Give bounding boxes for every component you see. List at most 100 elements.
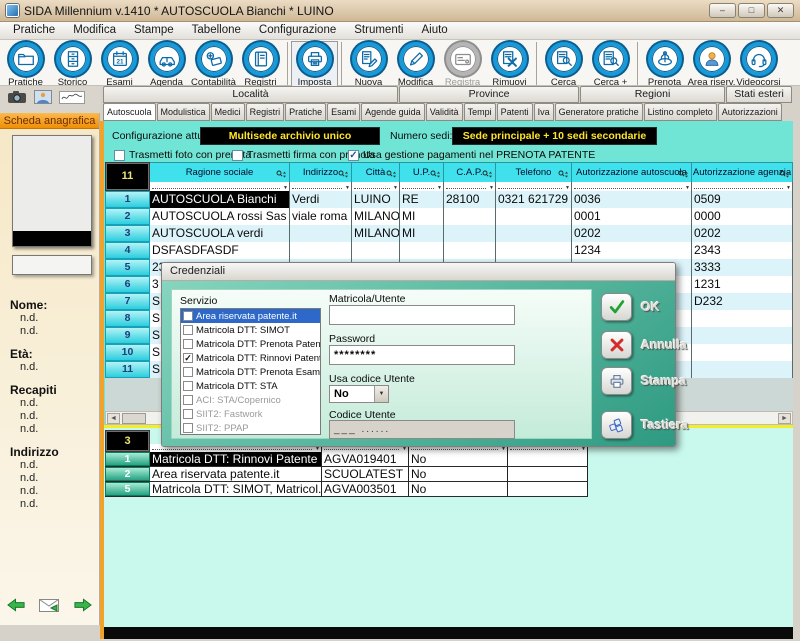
table-row[interactable]: 1AUTOSCUOLA BianchiVerdiLUINORE281000321… — [105, 191, 793, 208]
cell[interactable]: Matricola DTT: SIMOT, Matricol... — [150, 482, 322, 496]
cell[interactable]: AUTOSCUOLA Bianchi — [150, 191, 290, 208]
send-mail-icon[interactable] — [39, 599, 59, 617]
toolbar-doc-search-button[interactable]: Cerca — [540, 41, 587, 88]
cell[interactable]: DSFASDFASDF — [150, 242, 290, 259]
cell[interactable]: viale roma — [290, 208, 352, 225]
cell[interactable] — [496, 208, 572, 225]
service-item[interactable]: Area riservata patente.it — [181, 309, 320, 323]
table-row[interactable]: 5Matricola DTT: SIMOT, Matricol...AGVA00… — [105, 482, 588, 497]
cell[interactable]: No — [409, 452, 508, 466]
search-sort-icon[interactable] — [482, 168, 493, 182]
row-number[interactable]: 1 — [105, 452, 150, 466]
cell[interactable]: 0036 — [572, 191, 692, 208]
checkbox-icon[interactable] — [183, 367, 193, 377]
toolbar-calendar-button[interactable]: 21Esami — [96, 41, 143, 88]
tab-iva[interactable]: Iva — [534, 103, 554, 121]
row-number[interactable]: 7 — [105, 293, 150, 310]
cell[interactable] — [508, 467, 588, 481]
toolbar-pen-button[interactable]: Modifica — [392, 41, 439, 88]
filter-dropdown-icon[interactable]: ▼ — [345, 186, 350, 191]
column-header-autorizzazione-autoscuola[interactable]: Autorizzazione autoscuola — [572, 162, 692, 182]
cell[interactable]: AUTOSCUOLA verdi — [150, 225, 290, 242]
service-item[interactable]: Matricola DTT: Prenota Esami — [181, 365, 320, 379]
row-number[interactable]: 2 — [105, 208, 150, 225]
cell[interactable]: 28100 — [444, 191, 496, 208]
cell[interactable]: 0509 — [692, 191, 793, 208]
row-number[interactable]: 10 — [105, 344, 150, 361]
group-tab-regioni[interactable]: Regioni — [580, 86, 725, 103]
cell[interactable] — [692, 344, 793, 361]
toolbar-doc-new-button[interactable]: Nuova — [345, 41, 392, 88]
tab-tempi[interactable]: Tempi — [464, 103, 496, 121]
signature-icon[interactable] — [59, 91, 85, 109]
filter-cell[interactable]: ▼ — [496, 182, 572, 191]
filter-dropdown-icon[interactable]: ▼ — [437, 186, 442, 191]
filter-dropdown-icon[interactable]: ▼ — [283, 186, 288, 191]
cell[interactable]: 0321 621729 — [496, 191, 572, 208]
cell[interactable]: RE — [400, 191, 444, 208]
group-tab-province[interactable]: Province — [399, 86, 579, 103]
checkbox-usa-gestione-pagamenti-nel-prenota-patente[interactable]: ✓Usa gestione pagamenti nel PRENOTA PATE… — [348, 149, 595, 161]
group-tab-località[interactable]: Località — [103, 86, 398, 103]
filter-cell[interactable]: ▼ — [444, 182, 496, 191]
menu-item-stampe[interactable]: Stampe — [125, 22, 183, 39]
ok-button[interactable]: OK — [601, 293, 660, 321]
filter-cell[interactable]: ▼ — [400, 182, 444, 191]
search-sort-icon[interactable] — [338, 168, 349, 182]
cell[interactable]: Matricola DTT: Rinnovi Patente — [150, 452, 322, 466]
filter-dropdown-icon[interactable]: ▼ — [565, 186, 570, 191]
cell[interactable] — [352, 242, 400, 259]
cell[interactable]: MILANO — [352, 208, 400, 225]
toolbar-antenna-button[interactable]: Prenota — [641, 41, 688, 88]
toolbar-doc-x-button[interactable]: Rimuovi — [486, 41, 533, 88]
filter-dropdown-icon[interactable]: ▼ — [393, 186, 398, 191]
toolbar-car-button[interactable]: Agenda — [143, 41, 190, 88]
toolbar-list-search-button[interactable]: Cerca + — [587, 41, 634, 88]
cell[interactable]: MILANO — [352, 225, 400, 242]
toolbar-printer-button[interactable]: Imposta — [291, 41, 338, 89]
search-sort-icon[interactable] — [276, 168, 287, 182]
dialog-title[interactable]: Credenziali — [162, 263, 675, 281]
row-number[interactable]: 5 — [105, 482, 150, 496]
checkbox-icon[interactable]: ✓ — [183, 353, 193, 363]
tab-validità[interactable]: Validità — [426, 103, 463, 121]
usa-codice-select[interactable]: No ▼ — [329, 385, 389, 403]
menu-item-pratiche[interactable]: Pratiche — [4, 22, 64, 39]
cell[interactable] — [444, 242, 496, 259]
table-row[interactable]: 2AUTOSCUOLA rossi Sasviale romaMILANOMI0… — [105, 208, 793, 225]
cell[interactable]: 3333 — [692, 259, 793, 276]
scroll-left-icon[interactable]: ◄ — [107, 413, 120, 424]
cell[interactable]: 1231 — [692, 276, 793, 293]
filter-cell[interactable]: ▼ — [290, 182, 352, 191]
scroll-thumb[interactable] — [122, 413, 146, 424]
column-header-telefono[interactable]: Telefono — [496, 162, 572, 182]
filter-dropdown-icon[interactable]: ▼ — [786, 186, 791, 191]
filter-dropdown-icon[interactable]: ▼ — [489, 186, 494, 191]
annulla-button[interactable]: Annulla — [601, 331, 687, 359]
toolbar-headset-button[interactable]: Videocorsi — [735, 41, 782, 88]
tab-medici[interactable]: Medici — [211, 103, 245, 121]
cell[interactable] — [496, 225, 572, 242]
menu-item-aiuto[interactable]: Aiuto — [412, 22, 456, 39]
cell[interactable]: No — [409, 467, 508, 481]
cell[interactable] — [290, 242, 352, 259]
filter-cell[interactable]: ▼ — [572, 182, 692, 191]
tastiera-button[interactable]: Tastiera — [601, 411, 688, 439]
filter-dropdown-icon[interactable]: ▼ — [501, 447, 506, 452]
column-header-ragione-sociale[interactable]: Ragione sociale — [150, 162, 290, 182]
column-header-autorizzazione-agenzia[interactable]: Autorizzazione agenzia — [692, 162, 793, 182]
menu-item-tabellone[interactable]: Tabellone — [183, 22, 250, 39]
cell[interactable] — [692, 310, 793, 327]
cell[interactable]: AUTOSCUOLA rossi Sas — [150, 208, 290, 225]
row-number[interactable]: 9 — [105, 327, 150, 344]
tab-esami[interactable]: Esami — [327, 103, 360, 121]
service-item[interactable]: Matricola DTT: STA — [181, 379, 320, 393]
checkbox-icon[interactable]: ✓ — [348, 150, 359, 161]
password-input[interactable]: ******** — [329, 345, 515, 365]
toolbar-book-button[interactable]: Registri — [237, 41, 284, 88]
cell[interactable]: 1234 — [572, 242, 692, 259]
checkbox-icon[interactable] — [114, 150, 125, 161]
column-header-c-a-p-[interactable]: C.A.P. — [444, 162, 496, 182]
menu-item-strumenti[interactable]: Strumenti — [345, 22, 412, 39]
cell[interactable]: Verdi — [290, 191, 352, 208]
